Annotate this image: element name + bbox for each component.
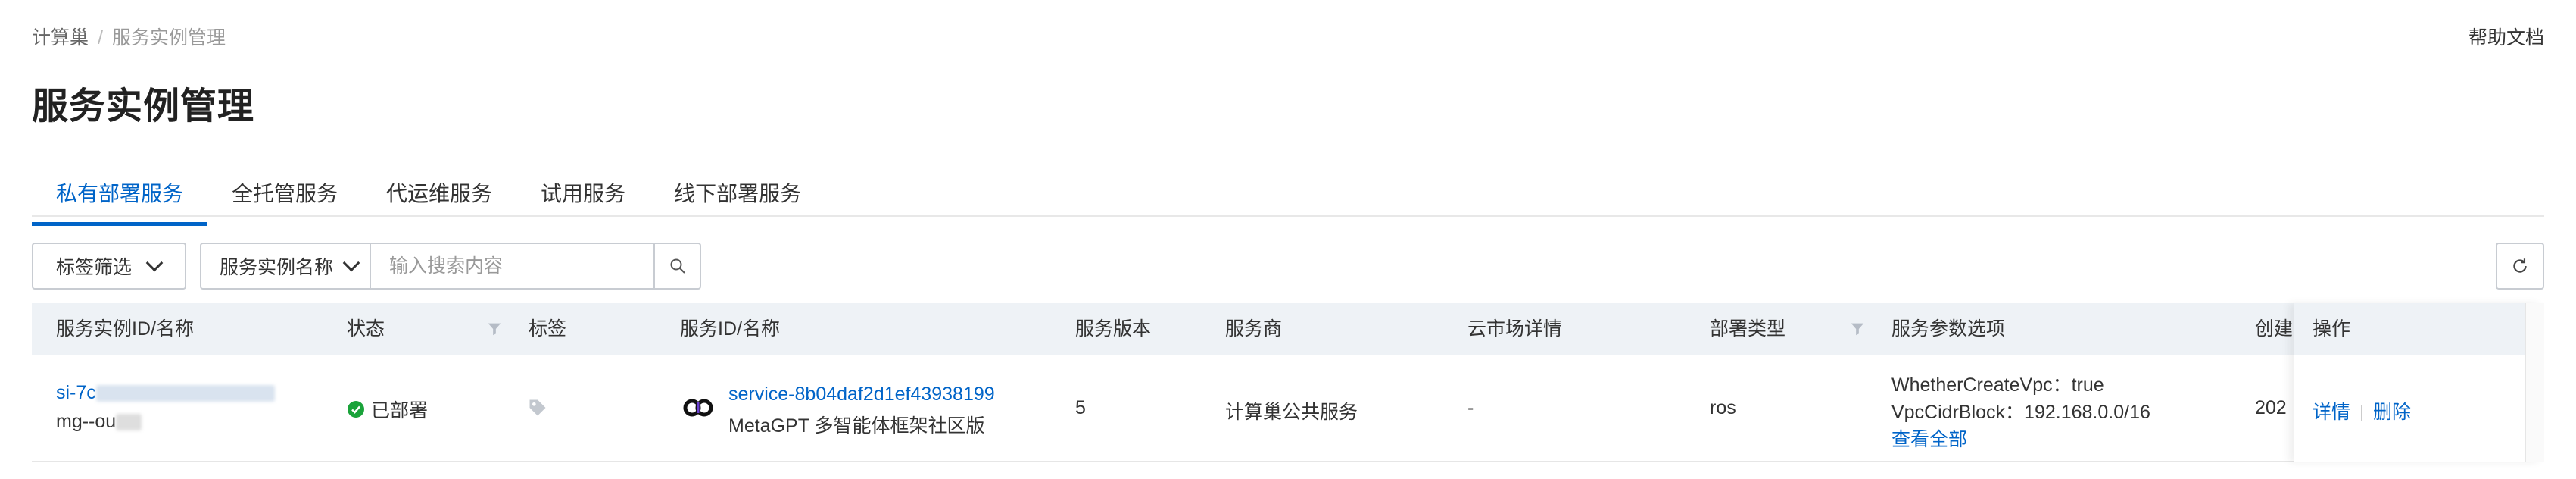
table-row: si-7c mg--ou 已部署 service-8b04daf2d1ef439… xyxy=(32,356,2544,462)
redacted-text xyxy=(116,414,142,431)
search-field-select[interactable]: 服务实例名称 xyxy=(200,243,371,290)
col-instance: 服务实例ID/名称 xyxy=(56,318,194,340)
tag-icon xyxy=(529,399,546,416)
detail-link[interactable]: 详情 xyxy=(2312,402,2350,423)
tab-trial[interactable]: 试用服务 xyxy=(516,168,650,221)
filter-icon[interactable] xyxy=(486,321,503,337)
col-params: 服务参数选项 xyxy=(1891,318,2006,340)
tab-offline-deploy[interactable]: 线下部署服务 xyxy=(650,168,825,221)
col-deploy-type: 部署类型 xyxy=(1710,318,1786,340)
vertical-scrollbar[interactable] xyxy=(2525,303,2544,462)
col-service: 服务ID/名称 xyxy=(680,318,780,340)
col-version: 服务版本 xyxy=(1075,318,1152,340)
action-divider xyxy=(2361,405,2363,422)
service-provider: 计算巢公共服务 xyxy=(1225,402,1358,423)
tag-filter-button[interactable]: 标签筛选 xyxy=(32,243,186,290)
tab-managed-ops[interactable]: 代运维服务 xyxy=(362,168,516,221)
search-button[interactable] xyxy=(654,243,701,290)
search-input[interactable] xyxy=(371,243,654,290)
view-all-params-link[interactable]: 查看全部 xyxy=(1891,424,1967,452)
tab-bar: 私有部署服务 全托管服务 代运维服务 试用服务 线下部署服务 xyxy=(32,168,825,226)
breadcrumb: 计算巢 / 服务实例管理 xyxy=(32,23,226,50)
delete-link[interactable]: 删除 xyxy=(2373,402,2411,423)
breadcrumb-root[interactable]: 计算巢 xyxy=(32,27,89,49)
market-details: - xyxy=(1467,397,1474,418)
col-market: 云市场详情 xyxy=(1467,318,1563,340)
chevron-down-icon xyxy=(342,254,360,272)
service-id-link[interactable]: service-8b04daf2d1ef43938199 xyxy=(728,384,995,405)
status-badge: 已部署 xyxy=(347,396,428,423)
instance-id[interactable]: si-7c xyxy=(56,382,275,404)
page-title: 服务实例管理 xyxy=(32,86,255,127)
breadcrumb-current: 服务实例管理 xyxy=(111,27,226,49)
search-icon xyxy=(670,258,685,274)
col-created: 创建 xyxy=(2255,318,2294,340)
col-tags: 标签 xyxy=(529,318,567,340)
breadcrumb-separator: / xyxy=(98,27,103,49)
search-group: 服务实例名称 xyxy=(200,243,701,290)
tabs-divider xyxy=(32,215,2544,217)
row-actions: 详情 删除 xyxy=(2294,355,2544,424)
refresh-button[interactable] xyxy=(2496,243,2544,290)
col-provider: 服务商 xyxy=(1225,318,1283,340)
redacted-text xyxy=(95,385,275,402)
chevron-down-icon xyxy=(145,254,164,272)
col-status: 状态 xyxy=(347,318,385,340)
top-bar: 计算巢 / 服务实例管理 帮助文档 xyxy=(0,0,2576,68)
actions-column: 操作 详情 删除 xyxy=(2294,303,2544,462)
tab-fully-managed[interactable]: 全托管服务 xyxy=(207,168,362,221)
deploy-type: ros xyxy=(1710,397,1736,418)
created-time: 202 xyxy=(2255,397,2287,418)
metagpt-logo-icon xyxy=(683,399,713,417)
filter-bar: 标签筛选 服务实例名称 xyxy=(32,243,701,290)
param-whether-create-vpc: WhetherCreateVpc：true xyxy=(1891,374,2104,396)
search-field-label: 服务实例名称 xyxy=(220,257,334,278)
param-vpc-cidr-block: VpcCidrBlock：192.168.0.0/16 xyxy=(1891,402,2150,423)
service-version: 5 xyxy=(1075,397,1086,418)
refresh-icon xyxy=(2513,258,2527,273)
service-logo xyxy=(680,390,716,431)
tag-edit[interactable] xyxy=(527,397,548,424)
status-text: 已部署 xyxy=(371,400,429,421)
filter-icon[interactable] xyxy=(1849,321,1866,337)
col-actions: 操作 xyxy=(2294,303,2544,355)
table-header: 服务实例ID/名称 状态 标签 服务ID/名称 服务版本 服务商 云市场详情 部… xyxy=(32,303,2544,355)
tab-private-deploy[interactable]: 私有部署服务 xyxy=(32,168,208,226)
help-docs-link[interactable]: 帮助文档 xyxy=(2468,23,2544,50)
status-success-icon xyxy=(348,401,364,418)
tag-filter-label: 标签筛选 xyxy=(56,257,133,278)
instance-name: mg--ou xyxy=(56,411,142,433)
service-name: MetaGPT 多智能体框架社区版 xyxy=(728,415,985,437)
